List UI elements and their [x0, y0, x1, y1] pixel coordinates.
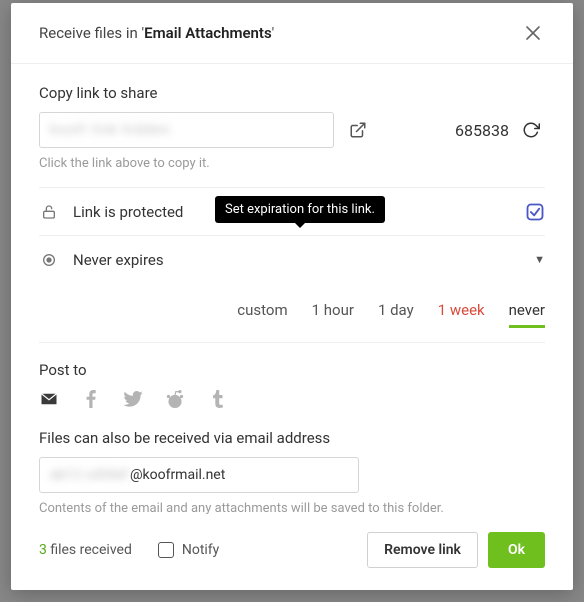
expiration-tooltip: Set expiration for this link. — [215, 196, 385, 223]
post-to-label: Post to — [39, 361, 545, 379]
expiration-options: custom 1 hour 1 day 1 week never — [39, 283, 545, 343]
close-button[interactable] — [521, 21, 545, 45]
target-icon — [39, 252, 59, 268]
expiry-1day[interactable]: 1 day — [378, 301, 414, 328]
chevron-down-icon: ▼ — [534, 253, 545, 266]
footer-actions: Remove link Ok — [367, 532, 545, 568]
notify-checkbox[interactable] — [158, 542, 174, 558]
tumblr-icon — [211, 390, 223, 408]
ok-button[interactable]: Ok — [488, 532, 545, 568]
share-twitter-button[interactable] — [123, 389, 143, 409]
modal-footer: 3 files received Notify Remove link Ok — [11, 514, 573, 590]
files-received[interactable]: 3 files received — [39, 542, 132, 558]
expiry-custom[interactable]: custom — [237, 301, 287, 328]
post-to-section: Post to — [39, 361, 545, 409]
email-local-part: ab12 cd34ef — [50, 467, 130, 483]
title-prefix: Receive files in ' — [39, 24, 144, 42]
remove-link-button[interactable]: Remove link — [367, 532, 478, 568]
notify-label: Notify — [182, 542, 219, 558]
refresh-icon — [522, 121, 540, 139]
link-counter-area: 685838 — [455, 116, 545, 144]
receive-email-address[interactable]: ab12 cd34ef@koofrmail.net — [39, 457, 359, 493]
email-icon — [40, 392, 58, 406]
link-protected-row[interactable]: Link is protected Set expiration for thi… — [39, 187, 545, 235]
folder-name: Email Attachments — [144, 24, 272, 42]
share-reddit-button[interactable] — [165, 389, 185, 409]
modal-header: Receive files in 'Email Attachments' — [11, 3, 573, 64]
regenerate-button[interactable] — [517, 116, 545, 144]
share-email-button[interactable] — [39, 389, 59, 409]
link-row: koofr link hidden 685838 — [39, 112, 545, 148]
link-counter: 685838 — [455, 121, 509, 140]
expiry-1hour[interactable]: 1 hour — [312, 301, 354, 328]
receive-email-label: Files can also be received via email add… — [39, 429, 545, 447]
expiry-1week[interactable]: 1 week — [438, 301, 485, 328]
facebook-icon — [86, 390, 96, 408]
files-received-count: 3 — [39, 542, 47, 558]
expiry-never[interactable]: never — [509, 301, 545, 328]
external-link-icon — [349, 121, 367, 139]
social-row — [39, 389, 545, 409]
share-receive-modal: Receive files in 'Email Attachments' Cop… — [11, 3, 573, 590]
open-link-button[interactable] — [344, 116, 372, 144]
email-domain: @koofrmail.net — [130, 467, 225, 483]
files-received-label: files received — [47, 542, 132, 558]
share-tumblr-button[interactable] — [207, 389, 227, 409]
title-suffix: ' — [272, 24, 275, 42]
copy-link-hint: Click the link above to copy it. — [39, 156, 545, 171]
expiration-label: Never expires — [73, 251, 520, 269]
close-icon — [526, 26, 540, 40]
reddit-icon — [165, 390, 185, 408]
notify-toggle[interactable]: Notify — [158, 542, 219, 558]
lock-icon — [39, 204, 59, 220]
modal-title: Receive files in 'Email Attachments' — [39, 24, 274, 42]
twitter-icon — [123, 391, 143, 407]
copy-link-label: Copy link to share — [39, 84, 545, 102]
share-link-value: koofr link hidden — [50, 122, 170, 138]
modal-body: Copy link to share koofr link hidden 685… — [11, 64, 573, 514]
expiration-row[interactable]: Never expires ▼ — [39, 235, 545, 283]
checkbox-checked-icon — [525, 202, 545, 222]
share-facebook-button[interactable] — [81, 389, 101, 409]
share-link-input[interactable]: koofr link hidden — [39, 112, 334, 148]
protected-checkbox[interactable] — [525, 202, 545, 222]
receive-email-hint: Contents of the email and any attachment… — [39, 501, 545, 514]
